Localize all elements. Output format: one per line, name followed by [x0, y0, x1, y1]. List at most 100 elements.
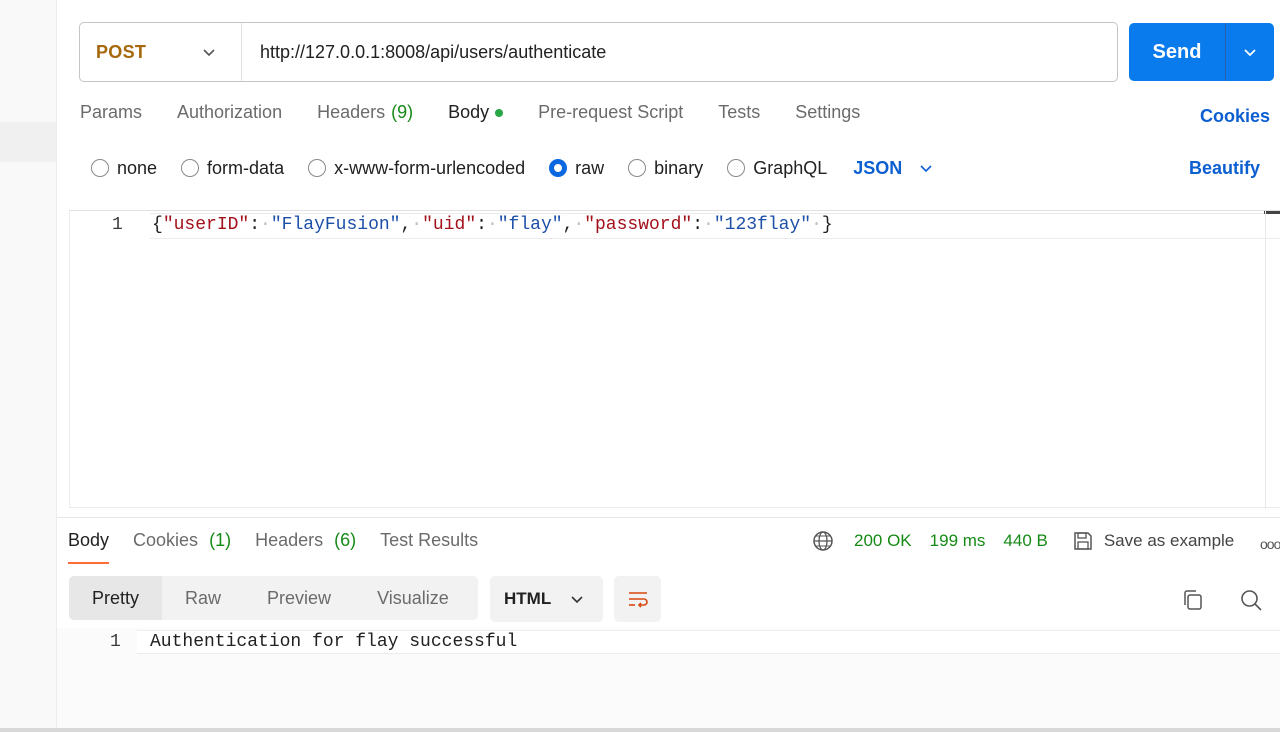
radio-circle[interactable]: [308, 159, 327, 177]
tab-label: Cookies: [133, 530, 199, 550]
tab-pre-request-script[interactable]: Pre-request Script: [538, 102, 683, 132]
tab-settings[interactable]: Settings: [795, 102, 860, 132]
view-visualize[interactable]: Visualize: [354, 576, 472, 620]
response-view-modes: Pretty Raw Preview Visualize: [69, 576, 478, 620]
tab-label: Settings: [795, 102, 861, 122]
radio-form-data[interactable]: form-data: [181, 158, 284, 179]
response-time[interactable]: 199 ms: [930, 531, 986, 551]
wrap-lines-icon: [628, 592, 648, 608]
tab-params[interactable]: Params: [80, 102, 142, 132]
tab-tests[interactable]: Tests: [718, 102, 760, 132]
radio-label: binary: [654, 157, 704, 178]
more-options-icon[interactable]: ooo: [1260, 536, 1280, 552]
tab-label: Pre-request Script: [538, 102, 684, 122]
response-tab-headers[interactable]: Headers (6): [255, 530, 356, 564]
save-as-example-button[interactable]: Save as example: [1072, 530, 1234, 552]
tab-label: Tests: [718, 102, 761, 122]
tab-count: (9): [391, 102, 414, 122]
json-string: "123flay": [713, 215, 812, 235]
radio-raw[interactable]: raw: [549, 158, 604, 179]
body-type-radios: none form-data x-www-form-urlencoded raw…: [91, 156, 934, 180]
wrap-lines-button[interactable]: [614, 576, 661, 622]
response-tab-cookies[interactable]: Cookies (1): [133, 530, 231, 564]
tab-authorization[interactable]: Authorization: [177, 102, 282, 132]
radio-none[interactable]: none: [91, 158, 157, 179]
radio-label: form-data: [207, 157, 285, 178]
radio-label: x-www-form-urlencoded: [334, 157, 526, 178]
response-divider[interactable]: [57, 517, 1280, 518]
cookies-link[interactable]: Cookies: [1200, 106, 1270, 127]
save-icon: [1074, 532, 1092, 550]
status-code[interactable]: 200 OK: [854, 531, 912, 551]
raw-type-label: JSON: [853, 157, 903, 178]
method-select[interactable]: POST: [80, 23, 242, 81]
left-sidebar-rail: [0, 0, 57, 732]
request-tabs: Params Authorization Headers (9) Body Pre…: [80, 102, 895, 132]
tab-body[interactable]: Body: [448, 102, 504, 132]
json-key: "password": [584, 215, 693, 235]
json-brace: }: [821, 215, 833, 235]
response-format-label: HTML: [504, 589, 552, 608]
view-raw[interactable]: Raw: [162, 576, 244, 620]
view-pretty[interactable]: Pretty: [69, 576, 163, 620]
tab-count: (6): [334, 530, 357, 550]
radio-binary[interactable]: binary: [628, 158, 703, 179]
bottom-border: [0, 728, 1280, 732]
send-button[interactable]: Send: [1129, 23, 1274, 81]
radio-circle[interactable]: [727, 159, 746, 177]
send-button-label: Send: [1129, 23, 1226, 81]
tab-headers[interactable]: Headers (9): [317, 102, 413, 132]
chevron-down-icon: [920, 165, 932, 173]
radio-circle[interactable]: [628, 159, 647, 177]
method-label: POST: [96, 41, 147, 62]
body-code-editor[interactable]: 1 {"userID":·"FlayFusion",·"uid":·"flay"…: [69, 210, 1280, 509]
copy-icon[interactable]: [1181, 588, 1205, 612]
radio-label: raw: [575, 157, 605, 178]
json-key: "uid": [422, 215, 477, 235]
response-tab-body[interactable]: Body: [68, 530, 110, 564]
json-brace: {: [152, 215, 163, 235]
json-string: "flay": [497, 215, 563, 235]
editor-vertical-ruler: [1265, 211, 1266, 509]
line-number: 1: [112, 215, 123, 235]
body-modified-dot: [495, 109, 504, 117]
radio-label: GraphQL: [753, 157, 828, 178]
response-meta: 200 OK 199 ms 440 B Save as example: [812, 528, 1234, 554]
radio-graphql[interactable]: GraphQL: [727, 158, 827, 179]
tab-label: Headers: [255, 530, 324, 550]
chevron-down-icon: [571, 596, 583, 604]
line-number: 1: [110, 632, 121, 652]
search-icon[interactable]: [1239, 588, 1263, 612]
tab-label: Body: [448, 102, 490, 122]
chevron-down-icon: [203, 49, 215, 57]
raw-type-select[interactable]: JSON: [853, 158, 934, 179]
radio-circle[interactable]: [91, 159, 109, 177]
tab-count: (1): [209, 530, 232, 550]
request-url-bar: POST: [79, 22, 1118, 82]
tab-label: Test Results: [380, 530, 479, 550]
radio-circle[interactable]: [181, 159, 200, 177]
response-tab-test-results[interactable]: Test Results: [380, 530, 478, 564]
tab-label: Headers: [317, 102, 386, 122]
response-size[interactable]: 440 B: [1003, 531, 1047, 551]
tab-label: Params: [80, 102, 143, 122]
json-string: "FlayFusion": [270, 215, 401, 235]
sidebar-selected-item[interactable]: [0, 122, 56, 162]
tab-label: Authorization: [177, 102, 283, 122]
globe-icon[interactable]: [812, 530, 834, 552]
json-key: "userID": [162, 215, 250, 235]
response-body-viewer[interactable]: 1 Authentication for flay successful: [57, 628, 1280, 732]
code-line[interactable]: {"userID":·"FlayFusion",·"uid":·"flay",·…: [152, 215, 833, 235]
radio-circle-selected[interactable]: [549, 159, 568, 177]
send-options-button[interactable]: [1226, 23, 1274, 81]
beautify-button[interactable]: Beautify: [1189, 158, 1260, 179]
url-input[interactable]: [242, 23, 1117, 81]
save-as-example-label: Save as example: [1103, 531, 1235, 550]
response-format-select[interactable]: HTML: [490, 576, 603, 622]
radio-x-www-form-urlencoded[interactable]: x-www-form-urlencoded: [308, 158, 525, 179]
response-text: Authentication for flay successful: [150, 632, 518, 652]
response-tabs: Body Cookies (1) Headers (6) Test Result…: [68, 530, 502, 564]
view-preview[interactable]: Preview: [244, 576, 354, 620]
chevron-down-icon: [1244, 49, 1256, 57]
tab-label: Body: [68, 530, 110, 550]
